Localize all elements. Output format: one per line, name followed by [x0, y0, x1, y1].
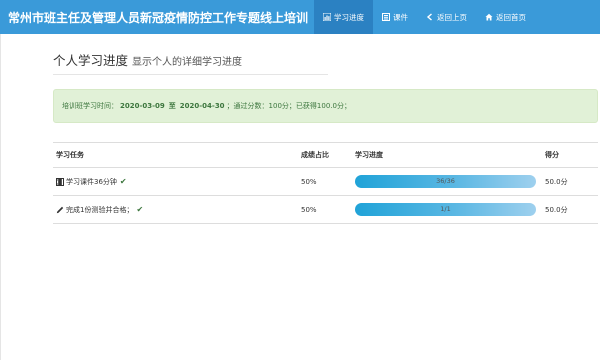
ratio-cell: 50%: [298, 167, 352, 196]
film-icon: [56, 177, 64, 186]
site-title[interactable]: 常州市班主任及管理人员新冠疫情防控工作专题线上培训: [0, 0, 314, 34]
top-navbar: 常州市班主任及管理人员新冠疫情防控工作专题线上培训 学习进度 课件 返回上页 返…: [0, 0, 600, 34]
score-cell: 50.0分: [542, 167, 598, 196]
back-icon: [426, 13, 432, 21]
nav-item-label: 返回上页: [437, 12, 468, 22]
list-icon: [382, 13, 391, 21]
progress-cell: 1/1: [352, 195, 542, 224]
nav-item-label: 学习进度: [334, 12, 365, 22]
page-subtitle: 显示个人的详细学习进度: [132, 57, 243, 68]
score-cell: 50.0分: [542, 195, 598, 224]
task-label: 完成1份测验并合格；: [66, 205, 134, 214]
alert-prefix: 培训班学习时间：: [62, 102, 118, 110]
col-header-task: 学习任务: [53, 142, 298, 168]
task-cell: 学习课件36分钟 ✔: [53, 167, 298, 196]
nav-item-home[interactable]: 返回首页: [476, 0, 535, 34]
left-divider: [0, 34, 1, 360]
nav-item-courseware[interactable]: 课件: [373, 0, 417, 34]
table-row: 学习课件36分钟 ✔ 50% 36/36 50.0分: [53, 167, 598, 196]
progress-cell: 36/36: [352, 167, 542, 196]
nav-item-label: 返回首页: [496, 12, 527, 22]
progress-label: 1/1: [440, 205, 451, 213]
progress-label: 36/36: [436, 177, 455, 185]
table-header-row: 学习任务 成绩占比 学习进度 得分: [53, 142, 598, 168]
task-cell: 完成1份测验并合格； ✔: [53, 195, 298, 224]
progress-bar: 36/36: [355, 175, 536, 188]
col-header-score: 得分: [542, 142, 598, 168]
check-icon: ✔: [119, 177, 127, 186]
alert-start-date: 2020-03-09: [120, 102, 165, 110]
page-header: 个人学习进度 显示个人的详细学习进度: [53, 50, 328, 75]
nav-item-progress[interactable]: 学习进度: [314, 0, 374, 34]
training-period-alert: 培训班学习时间： 2020-03-09 至 2020-04-30 ；通过分数：1…: [53, 89, 598, 123]
home-icon: [485, 13, 493, 21]
ratio-cell: 50%: [298, 195, 352, 224]
col-header-ratio: 成绩占比: [298, 142, 352, 168]
alert-end-date: 2020-04-30: [179, 102, 225, 110]
nav-item-back[interactable]: 返回上页: [417, 0, 476, 34]
check-icon: ✔: [136, 205, 144, 214]
alert-rest: ；通过分数：100分；已获得100.0分；: [226, 102, 351, 110]
task-label: 学习课件36分钟: [66, 177, 117, 186]
chart-icon: [323, 13, 332, 21]
main-content: 个人学习进度 显示个人的详细学习进度 培训班学习时间： 2020-03-09 至…: [53, 34, 598, 224]
pencil-icon: [56, 206, 64, 213]
main-nav: 学习进度 课件 返回上页 返回首页: [314, 0, 535, 34]
alert-to: 至: [168, 102, 176, 110]
progress-table: 学习任务 成绩占比 学习进度 得分 学习课件36分钟 ✔ 50% 36/36 5…: [53, 142, 598, 224]
table-row: 完成1份测验并合格； ✔ 50% 1/1 50.0分: [53, 195, 598, 224]
nav-item-label: 课件: [393, 12, 409, 22]
col-header-progress: 学习进度: [352, 142, 542, 168]
progress-bar: 1/1: [355, 203, 536, 216]
page-title: 个人学习进度: [53, 53, 129, 68]
